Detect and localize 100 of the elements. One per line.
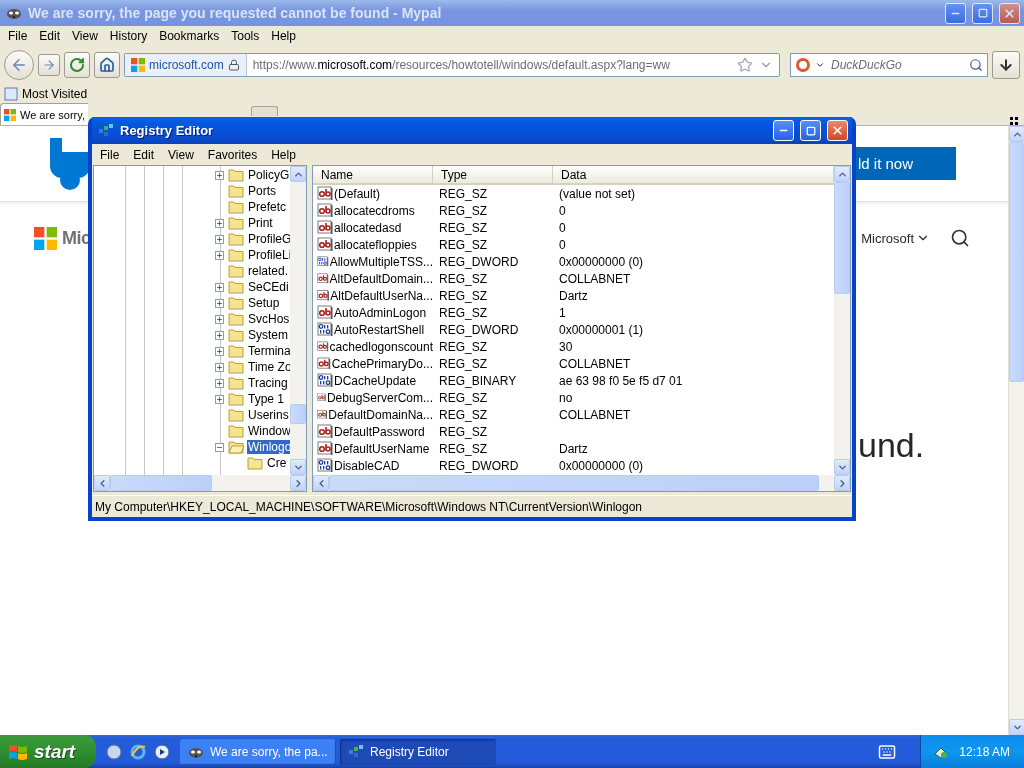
menu-item[interactable]: Favorites [201,147,264,162]
back-button[interactable] [4,50,34,80]
menu-item[interactable]: History [103,29,154,43]
vertical-scrollbar[interactable] [834,166,850,475]
search-field[interactable]: DuckDuckGo [790,53,988,77]
value-name[interactable]: allocatecdroms [334,203,415,218]
search-icon[interactable] [969,58,983,72]
tree-item[interactable]: System [247,328,289,342]
tree-item[interactable]: Setup [247,296,281,310]
minimize-button[interactable] [773,120,794,141]
column-header[interactable]: Type [433,166,553,183]
scroll-up-button[interactable] [1009,126,1024,142]
scroll-right-button[interactable] [290,475,306,491]
tree-item[interactable]: Userins [247,408,290,422]
download-button[interactable] [992,51,1020,79]
menu-item[interactable]: Help [265,29,302,43]
value-name[interactable]: AltDefaultDomain... [329,271,433,286]
menu-item[interactable]: View [66,29,104,43]
expand-button[interactable] [215,378,224,388]
expand-button[interactable] [215,394,224,404]
expand-button[interactable] [215,330,224,340]
vertical-scrollbar[interactable] [290,166,306,475]
bookmark-item[interactable]: Most Visited [4,87,88,101]
expand-button[interactable] [215,250,224,260]
scroll-down-button[interactable] [834,459,850,475]
forward-button[interactable] [38,54,60,76]
scroll-left-button[interactable] [94,475,110,491]
media-player-icon[interactable] [154,743,170,760]
collapse-button[interactable] [215,442,224,452]
close-button[interactable] [999,2,1020,24]
home-button[interactable] [94,52,120,78]
menu-item[interactable]: Help [265,147,302,162]
keyboard-icon[interactable] [878,742,897,761]
dropdown-icon[interactable] [815,60,825,70]
search-icon[interactable] [950,228,970,248]
value-name[interactable]: DebugServerCom... [326,390,433,405]
quick-launch-icon[interactable] [106,743,122,760]
expand-button[interactable] [215,346,224,356]
tree-item[interactable]: related. [247,264,290,278]
browser-icon[interactable] [130,743,146,760]
scroll-thumb[interactable] [834,182,850,294]
menu-item[interactable]: Tools [225,29,266,43]
horizontal-scrollbar[interactable] [94,475,306,491]
browser-tab[interactable]: We are sorry, [0,103,88,125]
value-name[interactable]: cachedlogonscount [329,339,433,354]
value-name[interactable]: (Default) [334,186,380,201]
value-name[interactable]: CachePrimaryDo... [331,356,433,371]
vertical-scrollbar[interactable] [1008,126,1024,735]
column-header[interactable]: Name [313,166,433,183]
value-name[interactable]: DisableCAD [334,458,400,473]
value-name[interactable]: AutoRestartShell [334,322,425,337]
tree-item[interactable]: SeCEdi [247,280,290,294]
tree-item[interactable]: Type 1 [247,392,286,406]
tree-item[interactable]: Tracing [247,376,289,390]
tree-item[interactable]: ProfileLi [247,248,290,262]
expand-button[interactable] [215,218,224,228]
scroll-left-button[interactable] [313,475,329,491]
scroll-right-button[interactable] [834,475,850,491]
taskbar-button[interactable]: Registry Editor [340,738,496,765]
reload-button[interactable] [64,52,90,78]
menu-item[interactable]: File [2,29,34,43]
tree-item[interactable]: Termina [247,344,290,358]
banner-button[interactable]: ld it now [856,147,956,180]
tree-item[interactable]: PolicyG [247,168,290,182]
tree-item[interactable]: Winlogo [247,440,290,454]
tree-item[interactable]: SvcHos [247,312,290,326]
expand-button[interactable] [215,298,224,308]
value-name[interactable]: AltDefaultUserNa... [330,288,433,303]
value-name[interactable]: allocatedasd [334,220,402,235]
value-name[interactable]: AutoAdminLogon [334,305,427,320]
maximize-button[interactable] [800,120,821,141]
value-name[interactable]: DefaultPassword [334,424,425,439]
menu-item[interactable]: Bookmarks [153,29,226,43]
expand-button[interactable] [215,282,224,292]
expand-button[interactable] [215,170,224,180]
scroll-down-button[interactable] [1009,719,1024,735]
scroll-down-button[interactable] [290,459,306,475]
expand-button[interactable] [215,314,224,324]
tree-item[interactable]: Prefetc [247,200,287,214]
value-name[interactable]: AllowMultipleTSS... [329,254,433,269]
value-name[interactable]: DefaultUserName [334,441,430,456]
menu-item[interactable]: Edit [127,147,161,162]
bookmark-star-icon[interactable] [737,57,753,73]
minimize-button[interactable] [945,2,966,24]
scroll-thumb[interactable] [290,404,306,424]
menu-item[interactable]: View [162,147,200,162]
tree-item[interactable]: Print [247,216,274,230]
value-name[interactable]: DefaultDomainNa... [328,407,433,422]
maximize-button[interactable] [972,2,993,24]
scroll-thumb[interactable] [1009,142,1024,382]
close-button[interactable] [827,120,848,141]
value-name[interactable]: allocatefloppies [334,237,417,252]
scroll-up-button[interactable] [834,166,850,182]
tree-item[interactable]: Ports [247,184,277,198]
expand-button[interactable] [215,234,224,244]
taskbar-button[interactable]: We are sorry, the pa... [180,738,336,765]
value-name[interactable]: DCacheUpdate [334,373,417,388]
nav-link[interactable]: Microsoft [861,230,930,246]
tree-item[interactable]: Cre [266,456,288,470]
scroll-up-button[interactable] [290,166,306,182]
